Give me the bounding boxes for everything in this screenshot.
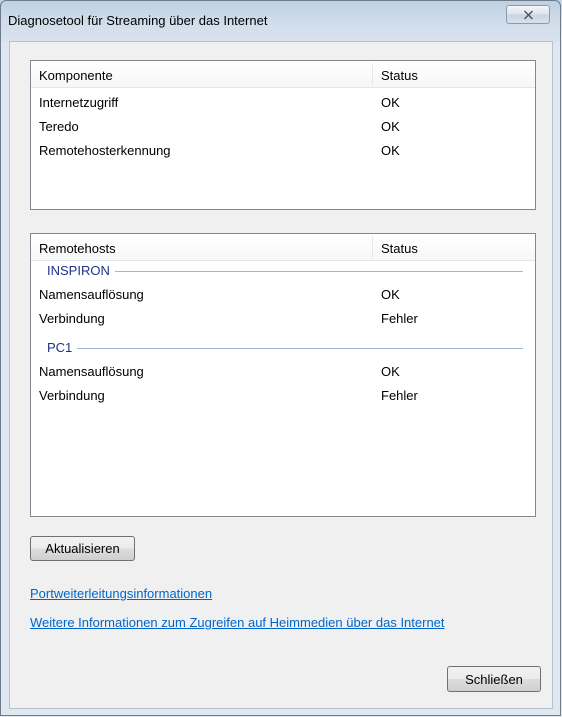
- column-separator[interactable]: [372, 63, 373, 85]
- check-status: OK: [381, 364, 400, 379]
- column-separator[interactable]: [372, 236, 373, 258]
- group-name: PC1: [47, 340, 73, 355]
- check-status: OK: [381, 287, 400, 302]
- check-name: Verbindung: [39, 388, 105, 403]
- group-name: INSPIRON: [47, 263, 110, 278]
- components-listview[interactable]: Komponente Status Internetzugriff OK Ter…: [30, 60, 536, 210]
- check-name: Namensauflösung: [39, 287, 144, 302]
- list-item[interactable]: Namensauflösung OK: [31, 360, 535, 384]
- group-divider: [115, 271, 523, 272]
- component-status: OK: [381, 95, 400, 110]
- dialog-window: Diagnosetool für Streaming über das Inte…: [0, 0, 561, 716]
- refresh-button[interactable]: Aktualisieren: [30, 536, 135, 561]
- component-name: Teredo: [39, 119, 79, 134]
- close-window-button[interactable]: [506, 5, 550, 24]
- component-name: Remotehosterkennung: [39, 143, 171, 158]
- list-item[interactable]: Verbindung Fehler: [31, 384, 535, 408]
- column-header-remotehosts[interactable]: Remotehosts: [39, 241, 116, 256]
- group-header-inspiron: INSPIRON: [31, 261, 535, 281]
- component-status: OK: [381, 143, 400, 158]
- component-status: OK: [381, 119, 400, 134]
- list-item[interactable]: Teredo OK: [31, 115, 535, 139]
- check-name: Namensauflösung: [39, 364, 144, 379]
- close-icon: [523, 10, 533, 19]
- port-forwarding-info-link[interactable]: Portweiterleitungsinformationen: [30, 586, 212, 601]
- column-header-status[interactable]: Status: [381, 241, 418, 256]
- column-header-status[interactable]: Status: [381, 68, 418, 83]
- column-header-component[interactable]: Komponente: [39, 68, 113, 83]
- check-name: Verbindung: [39, 311, 105, 326]
- title-bar[interactable]: Diagnosetool für Streaming über das Inte…: [1, 1, 560, 41]
- remotehosts-listview[interactable]: Remotehosts Status INSPIRON Namensauflös…: [30, 233, 536, 517]
- list-item[interactable]: Remotehosterkennung OK: [31, 139, 535, 163]
- components-list-header: Komponente Status: [31, 61, 535, 88]
- window-title: Diagnosetool für Streaming über das Inte…: [8, 13, 268, 28]
- remotehosts-list-header: Remotehosts Status: [31, 234, 535, 261]
- more-info-link[interactable]: Weitere Informationen zum Zugreifen auf …: [30, 615, 445, 630]
- check-status: Fehler: [381, 388, 418, 403]
- group-divider: [77, 348, 523, 349]
- component-name: Internetzugriff: [39, 95, 119, 110]
- check-status: Fehler: [381, 311, 418, 326]
- group-header-pc1: PC1: [31, 338, 535, 358]
- dialog-client-area: Komponente Status Internetzugriff OK Ter…: [9, 41, 553, 709]
- list-item[interactable]: Namensauflösung OK: [31, 283, 535, 307]
- list-item[interactable]: Verbindung Fehler: [31, 307, 535, 331]
- list-item[interactable]: Internetzugriff OK: [31, 91, 535, 115]
- close-button[interactable]: Schließen: [447, 666, 541, 692]
